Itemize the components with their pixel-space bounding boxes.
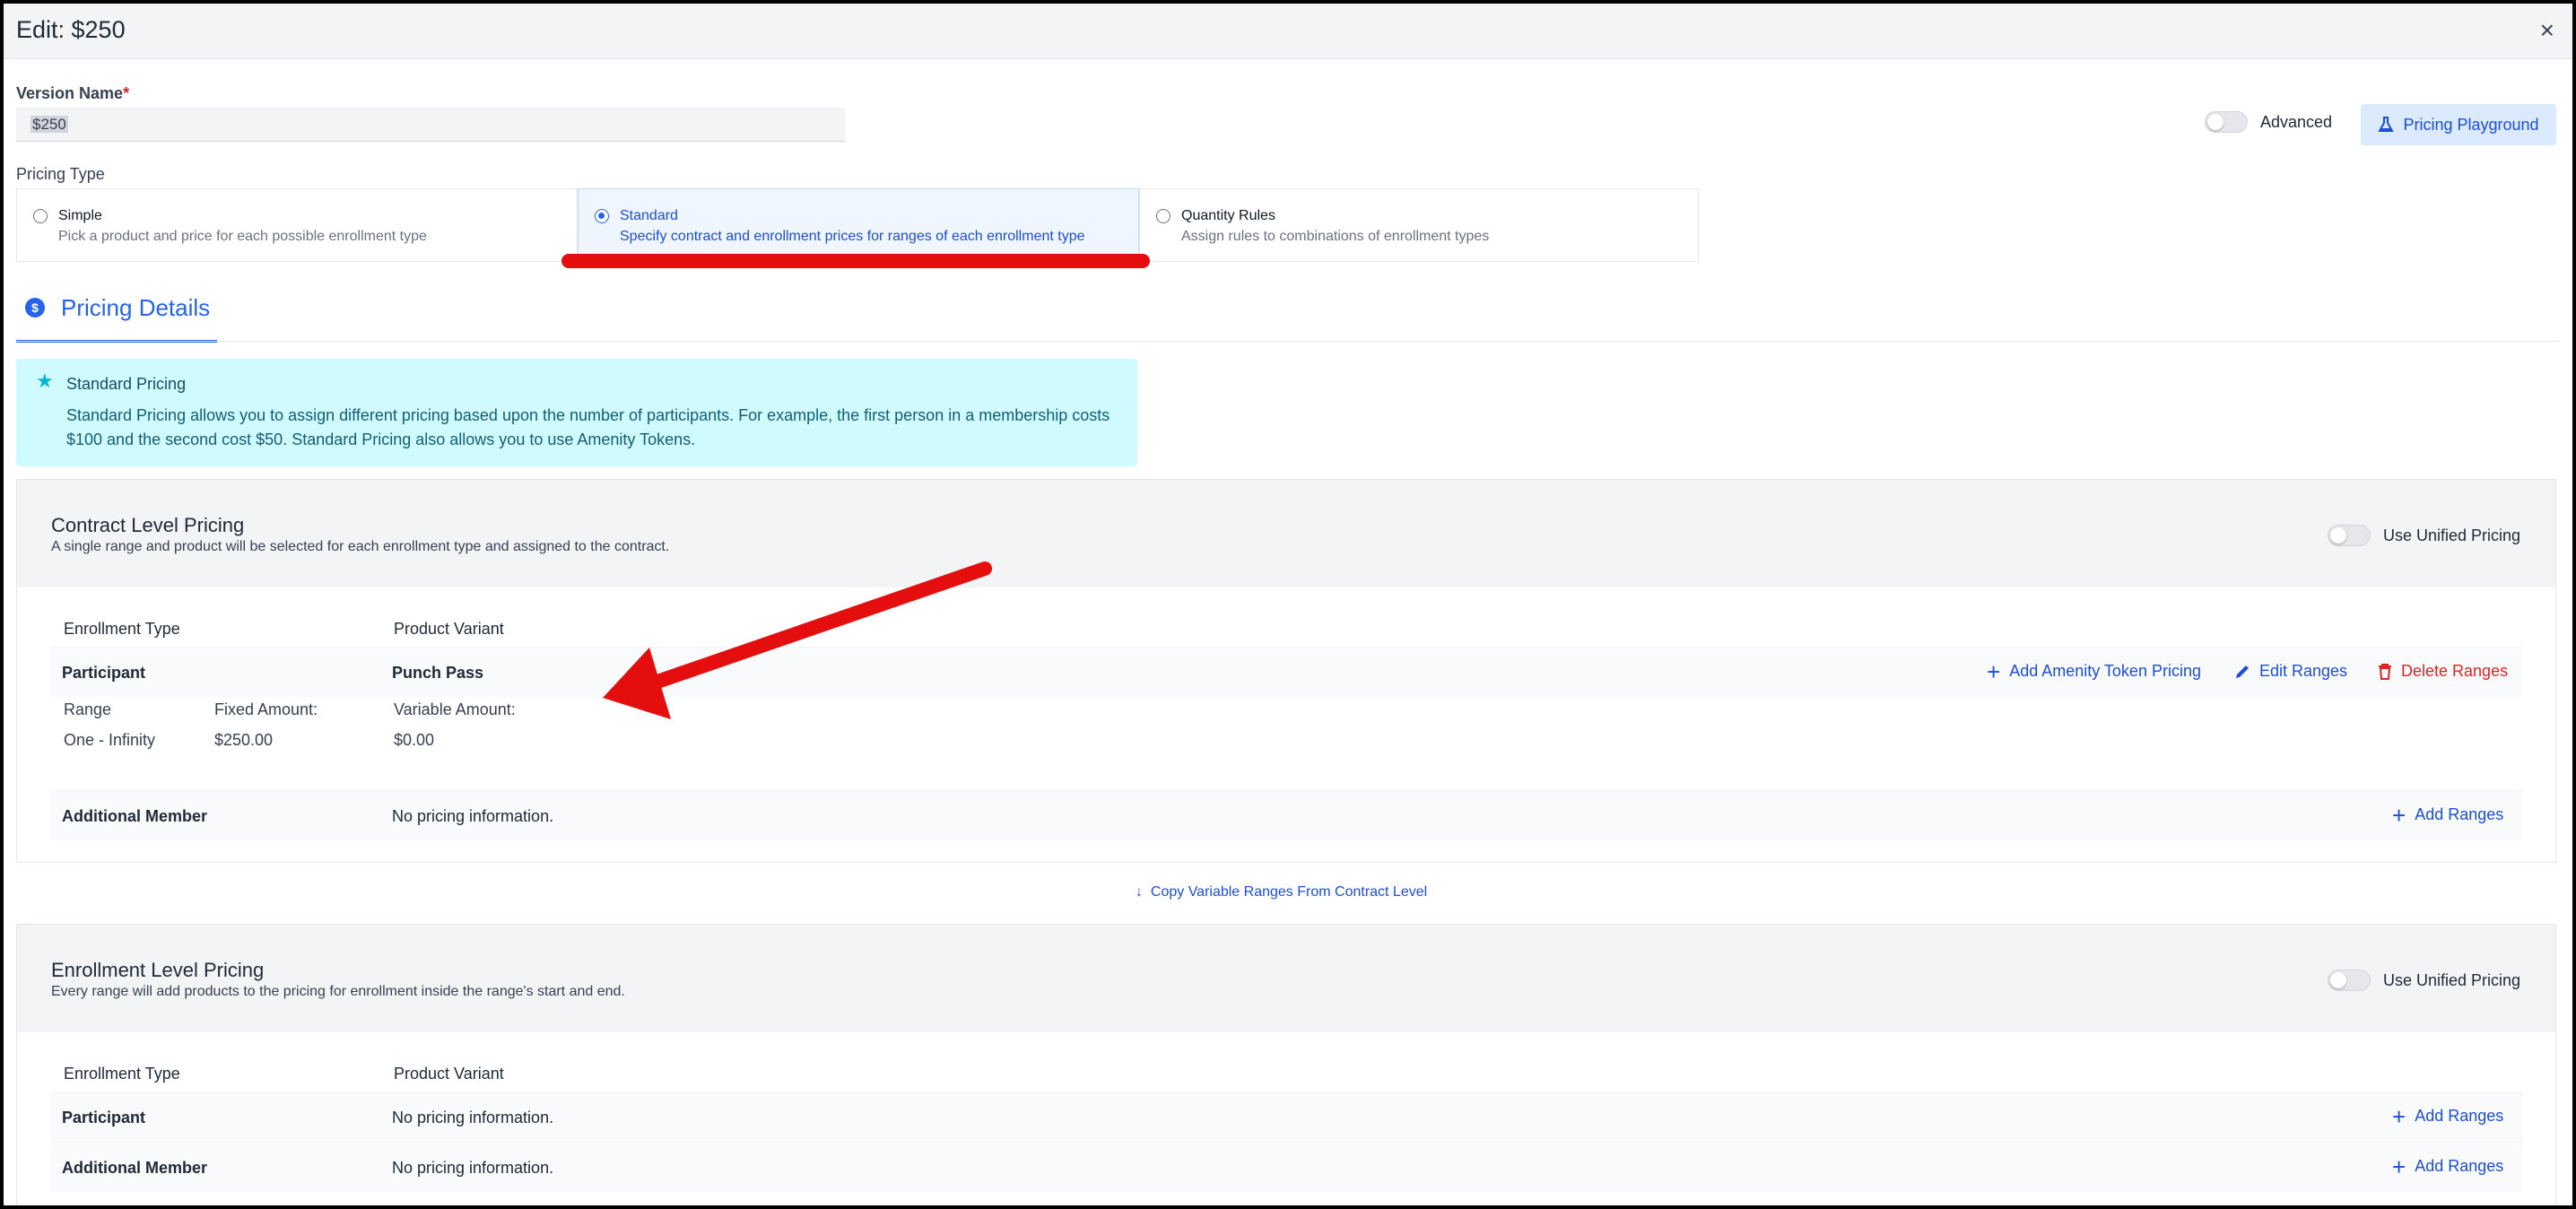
enrollment-level-panel: Enrollment Level Pricing Every range wil…	[16, 924, 2556, 1205]
unified-pricing-toggle[interactable]	[2328, 970, 2371, 991]
table-row: Additional Member No pricing information…	[51, 1142, 2523, 1192]
copy-variable-ranges-link[interactable]: ↓ Copy Variable Ranges From Contract Lev…	[1136, 884, 1427, 900]
add-ranges-button[interactable]: + Add Ranges	[2392, 1152, 2503, 1180]
table-row: Participant No pricing information. + Add…	[51, 1092, 2523, 1142]
col-product-variant: Product Variant	[394, 1065, 504, 1083]
product-variant: No pricing information.	[392, 1159, 554, 1177]
plus-icon: +	[2392, 1152, 2406, 1180]
arrow-down-icon: ↓	[1136, 884, 1143, 900]
plus-icon: +	[2392, 1102, 2406, 1130]
panel-title: Enrollment Level Pricing	[51, 959, 265, 981]
add-ranges-button[interactable]: + Add Ranges	[2392, 1102, 2503, 1130]
product-variant: No pricing information.	[392, 1109, 554, 1126]
panel-header: Enrollment Level Pricing Every range wil…	[17, 925, 2555, 1032]
enrollment-type: Participant	[62, 1109, 146, 1126]
unified-pricing-label: Use Unified Pricing	[2383, 971, 2521, 989]
col-enrollment-type: Enrollment Type	[64, 1065, 180, 1083]
panel-desc: Every range will add products to the pri…	[51, 984, 625, 999]
edit-modal: Edit: $250 × Version Name* $250 Advanced…	[4, 4, 2572, 1205]
enrollment-type: Additional Member	[62, 1159, 208, 1177]
